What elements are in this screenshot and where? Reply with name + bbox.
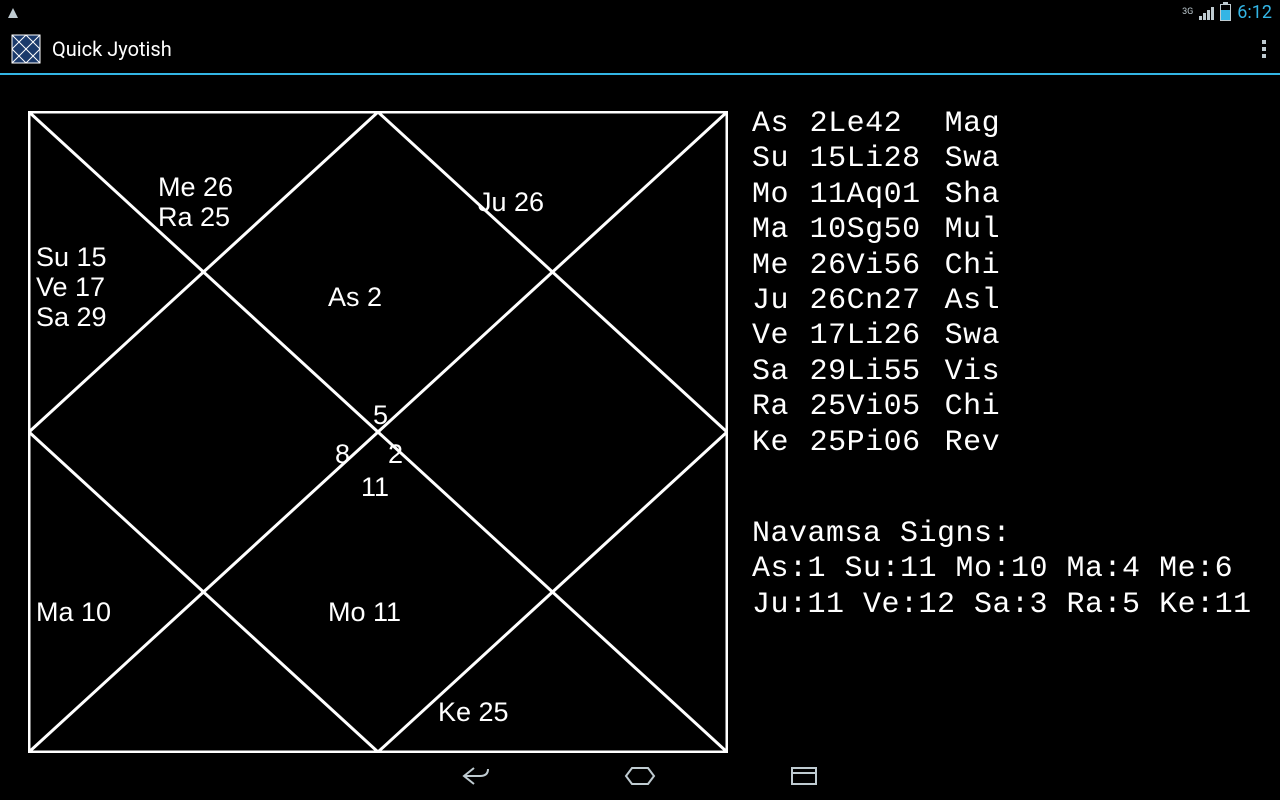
planet-abbr: Ke — [752, 426, 810, 461]
planet-nak: Chi — [945, 390, 1001, 425]
planet-pos: 11Aq01 — [810, 178, 945, 213]
planet-nak: Swa — [945, 319, 1001, 354]
planet-pos: 26Cn27 — [810, 284, 945, 319]
overflow-menu-icon[interactable] — [1256, 34, 1272, 64]
planet-pos: 25Pi06 — [810, 426, 945, 461]
planet-nak: Sha — [945, 178, 1001, 213]
planet-nak: Mag — [945, 107, 1001, 142]
chart-h1: As 2 — [328, 282, 382, 312]
chart-center-right: 2 — [388, 439, 403, 469]
position-row: Mo11Aq01Sha — [752, 178, 1252, 213]
planet-pos: 29Li55 — [810, 355, 945, 390]
planet-abbr: Ve — [752, 319, 810, 354]
planet-positions: As 2Le42MagSu15Li28SwaMo11Aq01ShaMa10Sg5… — [752, 107, 1252, 623]
chart-h5: Ma 10 — [36, 597, 111, 627]
planet-nak: Chi — [945, 249, 1001, 284]
navamsa-line1: As:1 Su:11 Mo:10 Ma:4 Me:6 — [752, 552, 1252, 587]
chart-h3-c: Sa 29 — [36, 302, 107, 332]
planet-nak: Asl — [945, 284, 1001, 319]
planet-abbr: Mo — [752, 178, 810, 213]
position-row: Me26Vi56Chi — [752, 249, 1252, 284]
planet-abbr: Su — [752, 142, 810, 177]
planet-pos: 25Vi05 — [810, 390, 945, 425]
app-title: Quick Jyotish — [52, 37, 172, 61]
planet-nak: Rev — [945, 426, 1001, 461]
planet-nak: Mul — [945, 213, 1001, 248]
chart-h3-a: Su 15 — [36, 242, 107, 272]
planet-pos: 10Sg50 — [810, 213, 945, 248]
chart-h8: Ke 25 — [438, 697, 509, 727]
chart-center-top: 5 — [373, 400, 388, 430]
position-row: Ma10Sg50Mul — [752, 213, 1252, 248]
planet-nak: Vis — [945, 355, 1001, 390]
position-row: Su15Li28Swa — [752, 142, 1252, 177]
planet-abbr: Ra — [752, 390, 810, 425]
action-bar: Quick Jyotish — [0, 25, 1280, 75]
planet-abbr: As — [752, 107, 810, 142]
navigation-bar — [0, 752, 1280, 800]
chart-center-left: 8 — [335, 439, 350, 469]
planet-abbr: Sa — [752, 355, 810, 390]
status-clock: 6:12 — [1237, 2, 1272, 23]
chart-h2-b: Ra 25 — [158, 202, 230, 232]
chart-center-bottom: 11 — [361, 472, 389, 502]
chart-h3-b: Ve 17 — [36, 272, 105, 302]
planet-pos: 17Li26 — [810, 319, 945, 354]
position-row: Sa29Li55Vis — [752, 355, 1252, 390]
network-label: 3G — [1182, 8, 1193, 17]
main-area: As 2 Me 26 Ra 25 Su 15 Ve 17 Sa 29 Ma 10… — [0, 75, 1280, 752]
planet-abbr: Ma — [752, 213, 810, 248]
navamsa-title: Navamsa Signs: — [752, 517, 1252, 552]
status-bar: 3G 6:12 — [0, 0, 1280, 25]
back-button[interactable] — [454, 754, 498, 798]
home-button[interactable] — [618, 754, 662, 798]
warning-icon — [8, 8, 18, 18]
battery-icon — [1220, 4, 1231, 21]
signal-icon — [1199, 6, 1214, 20]
position-row: Ve17Li26Swa — [752, 319, 1252, 354]
planet-nak: Swa — [945, 142, 1001, 177]
planet-abbr: Me — [752, 249, 810, 284]
position-row: Ra25Vi05Chi — [752, 390, 1252, 425]
app-icon[interactable] — [8, 31, 44, 67]
planet-pos: 15Li28 — [810, 142, 945, 177]
position-row: Ju26Cn27Asl — [752, 284, 1252, 319]
position-row: Ke25Pi06Rev — [752, 426, 1252, 461]
chart-h7: Mo 11 — [328, 597, 401, 627]
planet-pos: 2Le42 — [810, 107, 945, 142]
chart-h2-a: Me 26 — [158, 172, 233, 202]
chart-h12: Ju 26 — [478, 187, 544, 217]
planet-pos: 26Vi56 — [810, 249, 945, 284]
navamsa-line2: Ju:11 Ve:12 Sa:3 Ra:5 Ke:11 — [752, 588, 1252, 623]
recent-apps-button[interactable] — [782, 754, 826, 798]
jyotish-chart: As 2 Me 26 Ra 25 Su 15 Ve 17 Sa 29 Ma 10… — [28, 111, 728, 753]
planet-abbr: Ju — [752, 284, 810, 319]
position-row: As 2Le42Mag — [752, 107, 1252, 142]
